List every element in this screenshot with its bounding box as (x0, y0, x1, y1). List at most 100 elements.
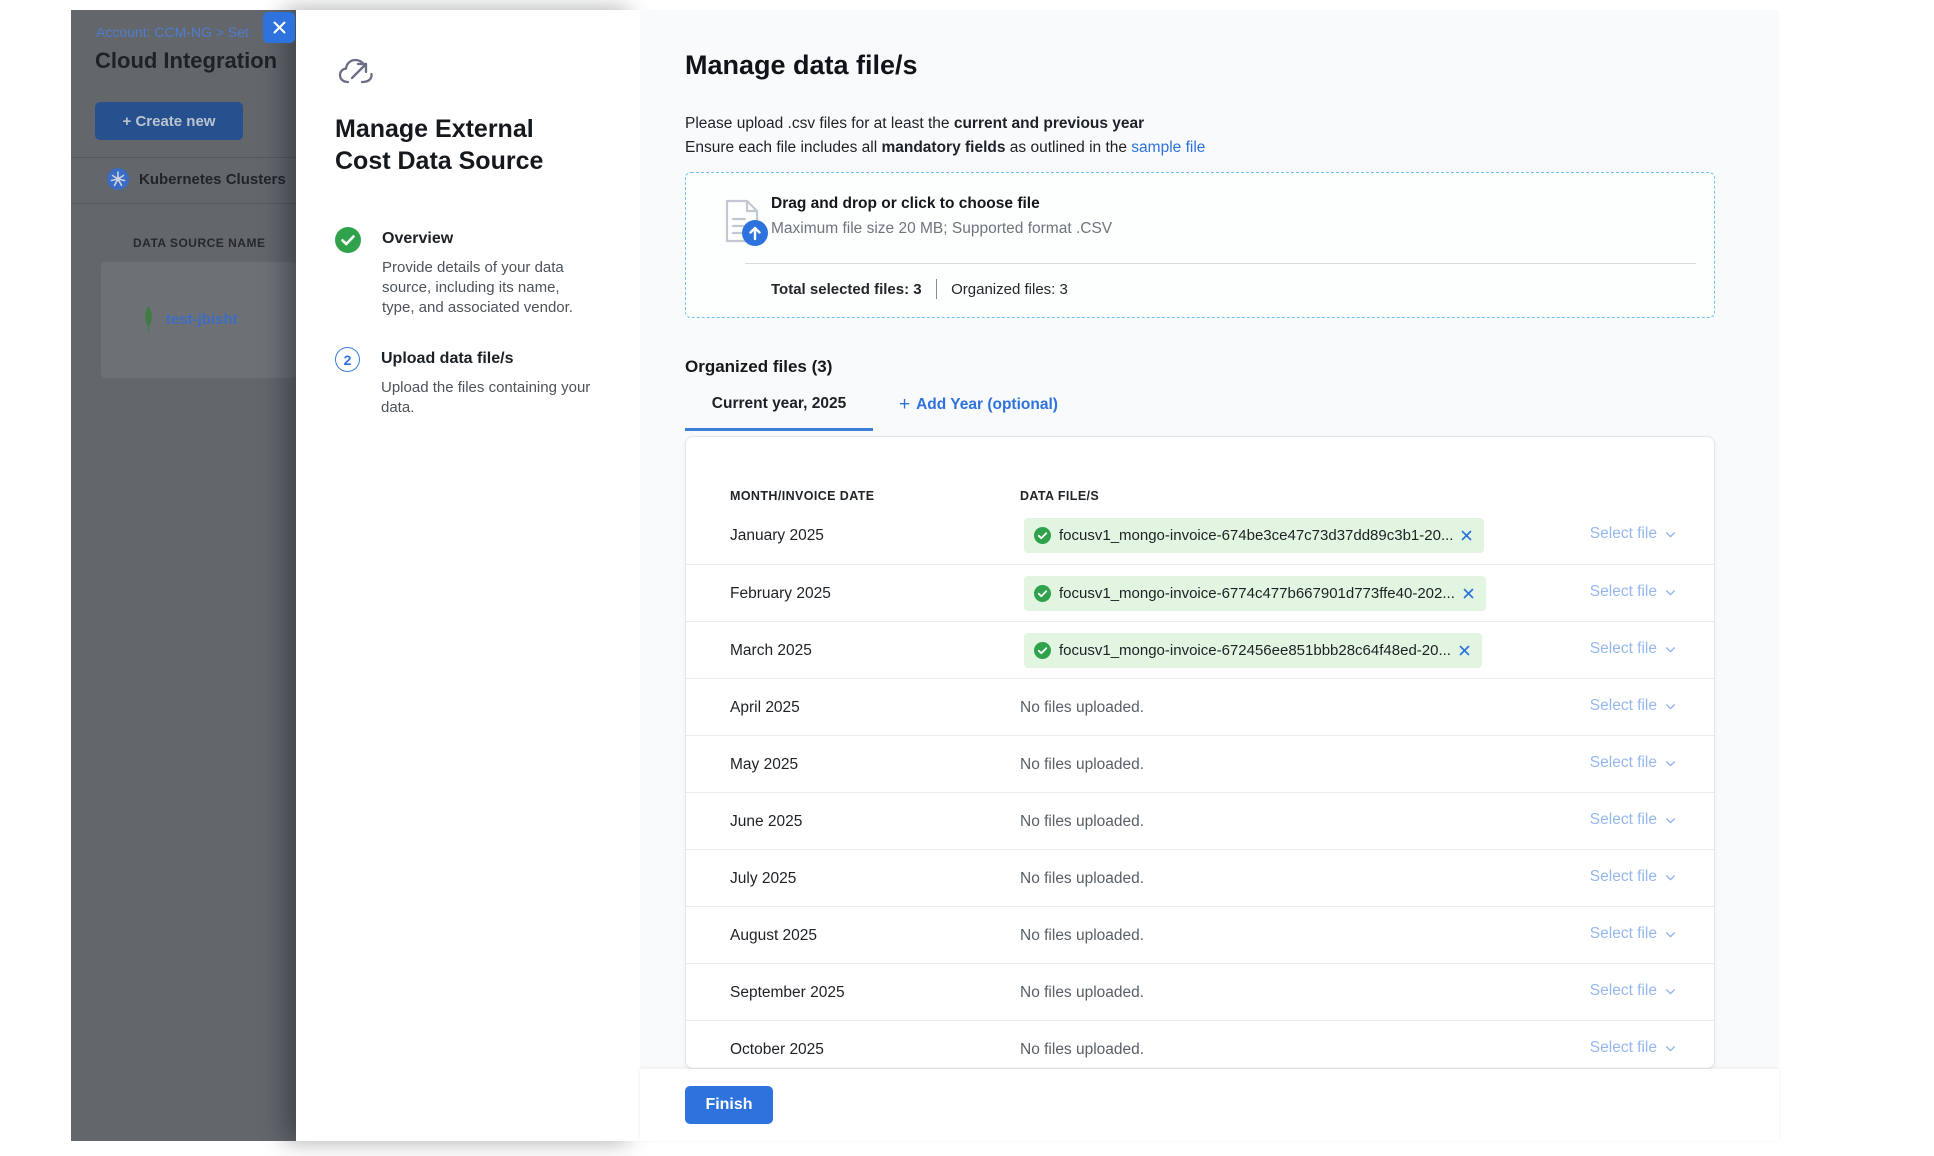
upload-instructions: Please upload .csv files for at least th… (685, 112, 1205, 160)
table-row: January 2025 focusv1_mongo-invoice-674be… (686, 507, 1714, 564)
remove-file-button[interactable] (1461, 530, 1472, 541)
select-file-label: Select file (1590, 583, 1657, 601)
select-file-label: Select file (1590, 1039, 1657, 1057)
chevron-down-icon (1664, 700, 1677, 713)
dropzone-title: Drag and drop or click to choose file (771, 195, 1040, 213)
select-file-dropdown[interactable]: Select file (1590, 754, 1677, 772)
table-row: August 2025 No files uploaded. Select fi… (686, 906, 1714, 963)
no-files-text: No files uploaded. (1020, 699, 1144, 717)
chevron-down-icon (1664, 871, 1677, 884)
remove-file-button[interactable] (1459, 645, 1470, 656)
wizard-step-overview[interactable]: Overview Provide details of your data so… (335, 227, 594, 318)
step-number-badge: 2 (335, 347, 360, 372)
select-file-label: Select file (1590, 697, 1657, 715)
year-tabs: Current year, 2025 + Add Year (optional) (685, 395, 1058, 431)
upload-step-content: Manage data file/s Please upload .csv fi… (640, 10, 1779, 1141)
table-row: March 2025 focusv1_mongo-invoice-672456e… (686, 621, 1714, 678)
uploaded-file-chip: focusv1_mongo-invoice-672456ee851bbb28c6… (1024, 633, 1482, 668)
drawer-footer: Finish (640, 1069, 1779, 1141)
tab-label: Kubernetes Clusters (139, 171, 286, 188)
organized-files-count: Organized files: 3 (951, 281, 1068, 298)
table-header-row: MONTH/INVOICE DATE DATA FILE/S (686, 437, 1714, 507)
file-name: focusv1_mongo-invoice-674be3ce47c73d37dd… (1059, 527, 1453, 544)
step-description: Provide details of your data source, inc… (382, 258, 594, 318)
no-files-text: No files uploaded. (1020, 870, 1144, 888)
file-success-check-icon (1034, 527, 1051, 544)
no-files-text: No files uploaded. (1020, 1041, 1144, 1059)
step-label: Upload data file/s (381, 347, 593, 368)
screen: Account: CCM-NG > Set Cloud Integration … (0, 0, 1934, 1156)
step-description: Upload the files containing your data. (381, 378, 593, 418)
table-row: April 2025 No files uploaded. Select fil… (686, 678, 1714, 735)
wizard-title: Manage External Cost Data Source (335, 113, 585, 177)
chevron-down-icon (1664, 643, 1677, 656)
select-file-dropdown[interactable]: Select file (1590, 583, 1677, 601)
divider (71, 203, 296, 204)
table-body: January 2025 focusv1_mongo-invoice-674be… (686, 507, 1714, 1069)
month-cell: July 2025 (730, 870, 796, 888)
close-drawer-button[interactable] (263, 12, 295, 43)
month-cell: January 2025 (730, 527, 824, 545)
uploaded-file-chip: focusv1_mongo-invoice-6774c477b667901d77… (1024, 576, 1486, 611)
wizard-step-upload[interactable]: 2 Upload data file/s Upload the files co… (335, 347, 593, 418)
remove-icon (1461, 530, 1472, 541)
select-file-dropdown[interactable]: Select file (1590, 525, 1677, 543)
upload-file-icon (719, 197, 771, 249)
plus-icon: + (899, 398, 910, 412)
uploaded-file-chip: focusv1_mongo-invoice-674be3ce47c73d37dd… (1024, 518, 1484, 553)
file-dropzone[interactable]: Drag and drop or click to choose file Ma… (685, 172, 1715, 318)
step-label: Overview (382, 227, 594, 248)
month-cell: September 2025 (730, 984, 845, 1002)
month-cell: August 2025 (730, 927, 817, 945)
chevron-down-icon (1664, 928, 1677, 941)
dropzone-divider (745, 263, 1696, 264)
step-complete-check-icon (335, 227, 361, 318)
divider (71, 157, 296, 158)
wizard-side-panel: Manage External Cost Data Source Overvie… (296, 10, 640, 1141)
page-title: Cloud Integration (95, 48, 277, 74)
data-source-row-content: test-jbisht (141, 306, 238, 332)
select-file-dropdown[interactable]: Select file (1590, 640, 1677, 658)
section-heading: Manage data file/s (685, 50, 918, 81)
column-header-month: MONTH/INVOICE DATE (730, 489, 874, 503)
select-file-label: Select file (1590, 868, 1657, 886)
finish-button[interactable]: Finish (685, 1086, 773, 1124)
column-header-data-source-name: DATA SOURCE NAME (133, 236, 265, 250)
select-file-dropdown[interactable]: Select file (1590, 982, 1677, 1000)
remove-icon (1463, 588, 1474, 599)
select-file-label: Select file (1590, 640, 1657, 658)
select-file-dropdown[interactable]: Select file (1590, 811, 1677, 829)
table-row: June 2025 No files uploaded. Select file (686, 792, 1714, 849)
total-selected-files: Total selected files: 3 (771, 281, 922, 298)
select-file-dropdown[interactable]: Select file (1590, 925, 1677, 943)
month-cell: June 2025 (730, 813, 802, 831)
select-file-dropdown[interactable]: Select file (1590, 868, 1677, 886)
breadcrumb: Account: CCM-NG > Set (96, 24, 249, 40)
tab-current-year-2025[interactable]: Current year, 2025 (685, 395, 873, 431)
chevron-down-icon (1664, 757, 1677, 770)
table-row: May 2025 No files uploaded. Select file (686, 735, 1714, 792)
no-files-text: No files uploaded. (1020, 813, 1144, 831)
dimmed-background-page: Account: CCM-NG > Set Cloud Integration … (71, 10, 296, 1141)
sample-file-link[interactable]: sample file (1131, 139, 1205, 156)
tab-kubernetes-clusters: Kubernetes Clusters (107, 168, 286, 190)
select-file-label: Select file (1590, 982, 1657, 1000)
table-row: October 2025 No files uploaded. Select f… (686, 1020, 1714, 1069)
select-file-dropdown[interactable]: Select file (1590, 1039, 1677, 1057)
dropzone-subtitle: Maximum file size 20 MB; Supported forma… (771, 220, 1112, 238)
table-row: September 2025 No files uploaded. Select… (686, 963, 1714, 1020)
close-icon (273, 21, 286, 34)
mongodb-leaf-icon (141, 306, 156, 332)
chevron-down-icon (1664, 814, 1677, 827)
file-success-check-icon (1034, 585, 1051, 602)
remove-file-button[interactable] (1463, 588, 1474, 599)
organized-files-heading: Organized files (3) (685, 357, 832, 377)
select-file-dropdown[interactable]: Select file (1590, 697, 1677, 715)
no-files-text: No files uploaded. (1020, 927, 1144, 945)
create-new-button: + Create new (95, 102, 243, 140)
vertical-separator (936, 279, 938, 299)
chevron-down-icon (1664, 985, 1677, 998)
select-file-label: Select file (1590, 925, 1657, 943)
add-year-button[interactable]: + Add Year (optional) (899, 395, 1058, 414)
data-source-name-link: test-jbisht (166, 311, 238, 328)
